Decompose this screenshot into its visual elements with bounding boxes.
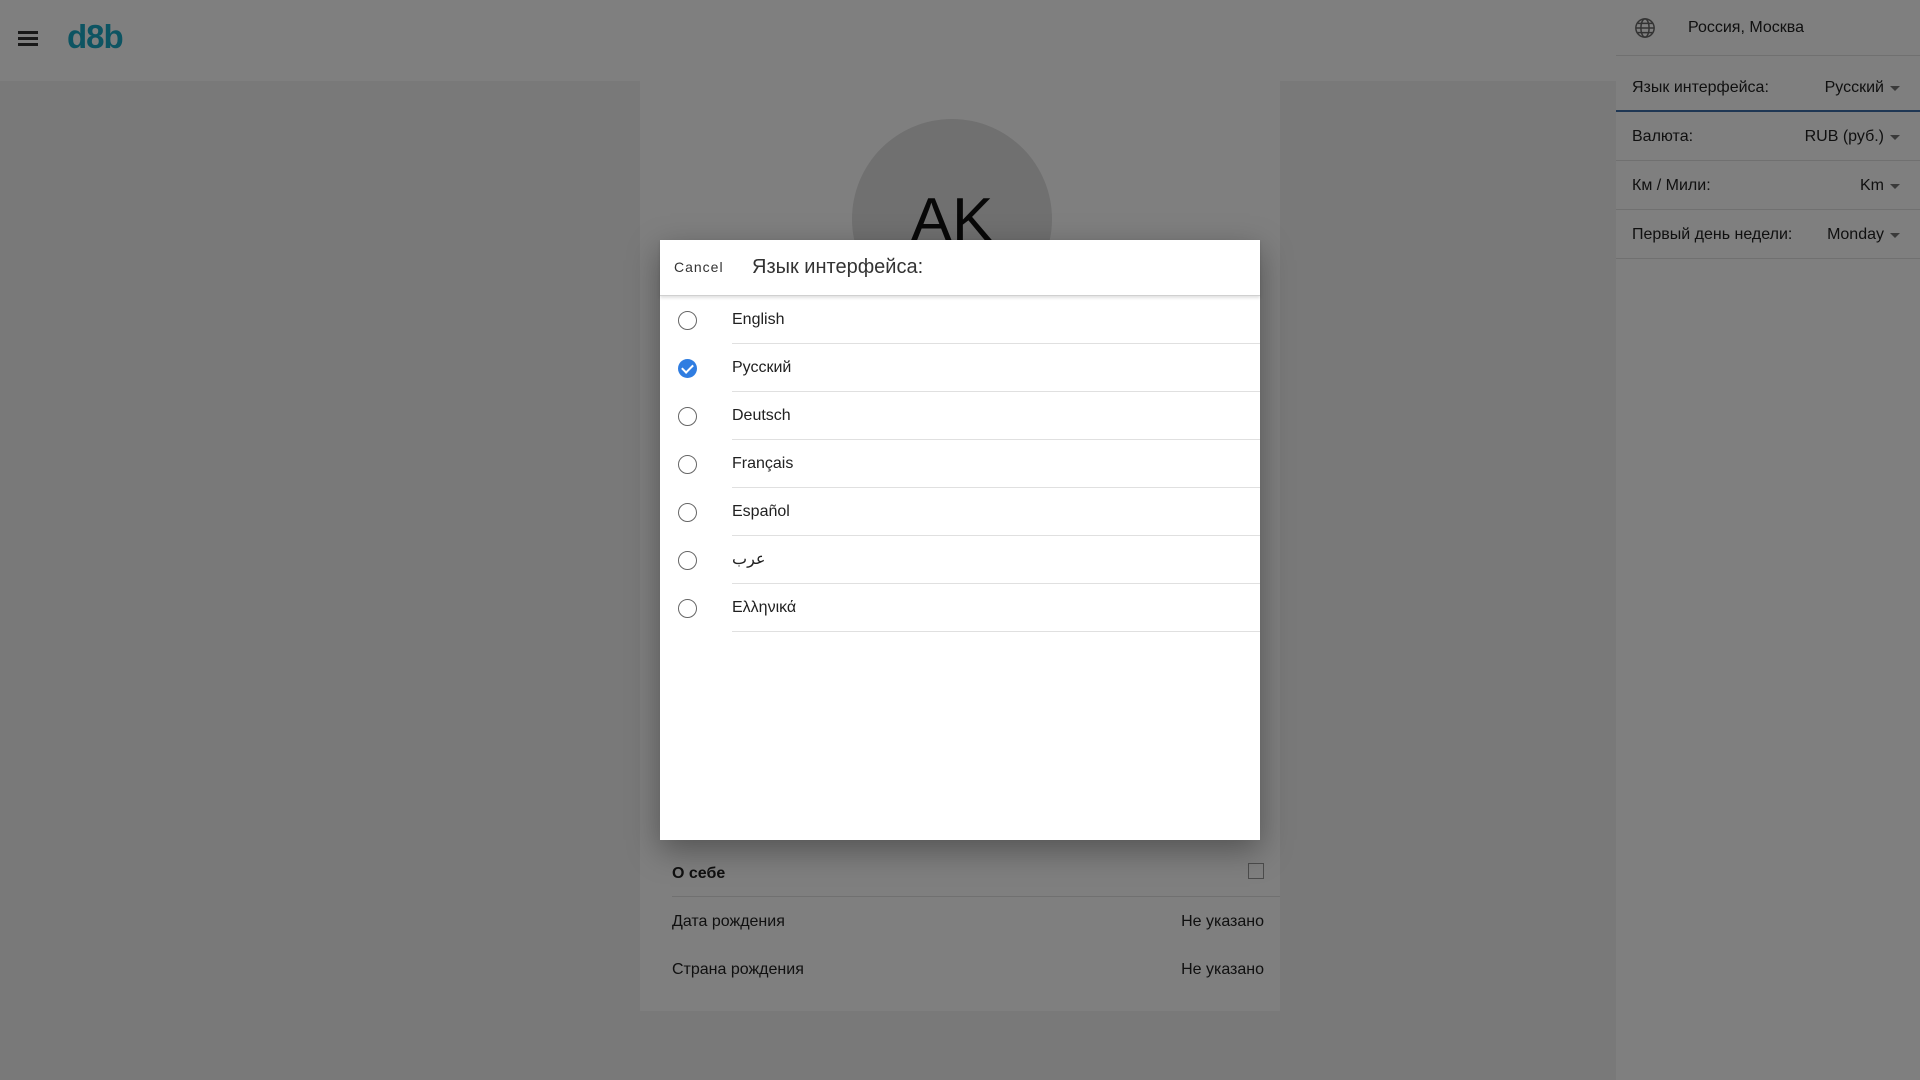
language-option-spanish[interactable]: Español <box>660 488 1260 536</box>
radio-button[interactable] <box>678 551 697 570</box>
language-label: عرب <box>732 536 1260 584</box>
language-option-arabic[interactable]: عرب <box>660 536 1260 584</box>
language-option-english[interactable]: English <box>660 296 1260 344</box>
radio-checked-icon[interactable] <box>678 359 697 378</box>
language-dialog: Cancel Язык интерфейса: English Русский … <box>660 240 1260 840</box>
language-label: Français <box>732 440 1260 488</box>
radio-button[interactable] <box>678 599 697 618</box>
language-option-german[interactable]: Deutsch <box>660 392 1260 440</box>
language-option-greek[interactable]: Ελληνικά <box>660 584 1260 632</box>
radio-button[interactable] <box>678 311 697 330</box>
language-label: Русский <box>732 344 1260 392</box>
radio-button[interactable] <box>678 455 697 474</box>
cancel-button[interactable]: Cancel <box>674 259 724 275</box>
language-label: Ελληνικά <box>732 584 1260 632</box>
radio-button[interactable] <box>678 503 697 522</box>
radio-button[interactable] <box>678 407 697 426</box>
language-list: English Русский Deutsch Français Español… <box>660 296 1260 632</box>
dialog-header: Cancel Язык интерфейса: <box>660 240 1260 296</box>
dialog-title: Язык интерфейса: <box>752 256 924 278</box>
language-label: Español <box>732 488 1260 536</box>
language-label: Deutsch <box>732 392 1260 440</box>
language-label: English <box>732 296 1260 344</box>
language-option-russian[interactable]: Русский <box>660 344 1260 392</box>
language-option-french[interactable]: Français <box>660 440 1260 488</box>
